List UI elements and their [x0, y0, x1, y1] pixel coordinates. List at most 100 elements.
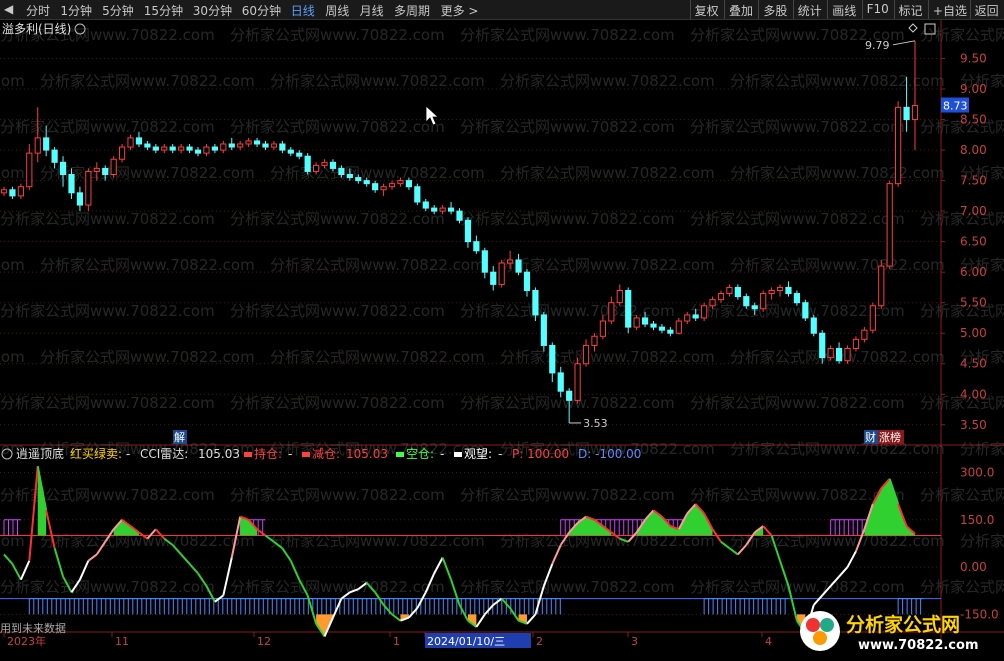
- period-tab-6[interactable]: 日线: [291, 2, 315, 19]
- toolbar-button-4[interactable]: 画线: [832, 2, 856, 19]
- watermark-text: 分析家公式网www.70822.com: [500, 164, 715, 182]
- period-tab-1[interactable]: 1分钟: [60, 2, 92, 19]
- candle-body: [355, 177, 362, 182]
- toolbar-button-8[interactable]: 返回: [975, 2, 999, 19]
- candle-body: [776, 286, 784, 291]
- watermark-text: 分析家公式网www.70822.com: [0, 302, 215, 320]
- candle-body: [734, 286, 741, 298]
- watermark-text: 分析家公式网www.70822.com: [0, 210, 215, 228]
- candle-body: [102, 167, 109, 176]
- watermark-text: 分析家公式网www.70822.com: [40, 72, 255, 90]
- candle-body: [93, 167, 100, 172]
- watermark-text: 分析家公式网www.70822.com: [270, 164, 485, 182]
- toolbar-separator: [969, 0, 971, 19]
- toolbar-button-3[interactable]: 统计: [798, 2, 822, 19]
- candle-body: [17, 186, 24, 197]
- candle-body: [717, 293, 725, 301]
- candle-body: [810, 317, 817, 334]
- legend-indicator-guanwang_val: -: [498, 447, 502, 461]
- price-axis-label: 8.00: [960, 143, 987, 157]
- candle-body: [709, 299, 716, 307]
- candle-body: [633, 317, 640, 328]
- candle-body: [692, 314, 699, 319]
- candle-body: [228, 143, 235, 148]
- cci-axis-label: 0.00: [960, 560, 987, 574]
- period-tab-8[interactable]: 月线: [360, 2, 384, 19]
- back-arrow-icon[interactable]: ◀: [4, 2, 13, 16]
- candle-body: [819, 332, 826, 359]
- watermark-text: 分析家公式网www.70822.com: [960, 532, 1004, 550]
- candle-body: [456, 210, 463, 221]
- watermark-text: 分析家公式网www.70822.com: [40, 256, 255, 274]
- candle-body: [0, 189, 8, 194]
- candle-body: [507, 259, 514, 264]
- candle-body: [237, 143, 244, 148]
- watermark-text: 分析家公式网www.70822.com: [0, 256, 25, 274]
- period-tab-2[interactable]: 5分钟: [102, 2, 134, 19]
- period-tab-9[interactable]: 多周期: [394, 2, 430, 19]
- candle-body: [372, 183, 379, 191]
- toolbar-separator: [861, 0, 863, 19]
- candle-body: [296, 152, 303, 157]
- candle-body: [414, 186, 421, 203]
- candle-body: [574, 363, 581, 401]
- toolbar-button-5[interactable]: F10: [867, 2, 889, 16]
- toolbar-button-7[interactable]: +自选: [933, 2, 967, 19]
- candle-body: [608, 302, 615, 322]
- candle-body: [869, 305, 876, 331]
- price-axis-label: 6.50: [960, 235, 987, 249]
- candle-body: [253, 140, 261, 145]
- candle-body: [321, 161, 328, 166]
- legend-indicator-name: 逍遥顶底: [16, 446, 64, 461]
- candle-body: [220, 143, 227, 151]
- candle-body: [245, 140, 252, 145]
- watermark-text: 分析家公式网www.70822.com: [730, 440, 945, 458]
- toolbar-separator: [827, 0, 829, 19]
- candle-body: [701, 305, 708, 319]
- candle-body: [532, 289, 539, 316]
- chart-area[interactable]: 分析家公式网www.70822.com 分析家公式网www.70822.com 分析…: [0, 20, 1004, 661]
- legend-indicator-cci_label: CCI雷达:: [140, 447, 188, 461]
- cci-axis-label: 150.0: [960, 513, 994, 527]
- chicang-swatch: [244, 452, 252, 457]
- legend-indicator-kongcang_val: -: [440, 447, 444, 461]
- legend-indicator-p: P: 100.00: [512, 447, 569, 461]
- candle-body: [329, 161, 337, 169]
- candle-body: [397, 180, 404, 185]
- candle-body: [903, 106, 910, 121]
- toolbar-button-2[interactable]: 多股: [763, 2, 787, 19]
- period-tab-5[interactable]: 60分钟: [242, 2, 281, 19]
- toolbar-separator: [893, 0, 895, 19]
- candle-body: [886, 183, 893, 267]
- kongcang-swatch: [396, 452, 404, 457]
- candle-body: [68, 174, 75, 194]
- watermark-text: 分析家公式网www.70822.com: [230, 394, 445, 412]
- period-tab-7[interactable]: 周线: [325, 2, 349, 19]
- toolbar-button-1[interactable]: 叠加: [729, 2, 753, 19]
- candle-body: [599, 320, 606, 337]
- candle-body: [751, 305, 758, 310]
- watermark-text: 分析家公式网www.70822.com: [920, 26, 1004, 44]
- candle-body: [211, 146, 218, 151]
- candle-body: [464, 219, 472, 243]
- period-tab-4[interactable]: 30分钟: [193, 2, 232, 19]
- toolbar-button-0[interactable]: 复权: [695, 2, 719, 19]
- date-label-4: 2024/01/10/三: [427, 635, 505, 648]
- period-tab-0[interactable]: 分时: [26, 2, 50, 19]
- watermark-text: 分析家公式网www.70822.com: [230, 210, 445, 228]
- watermark-text: 分析家公式网www.70822.com: [960, 440, 1004, 458]
- toolbar-separator: [927, 0, 929, 19]
- period-tab-3[interactable]: 15分钟: [144, 2, 183, 19]
- period-tab-10[interactable]: 更多 >: [441, 2, 479, 19]
- date-label-0: 2023年: [7, 634, 46, 648]
- watermark-text: 分析家公式网www.70822.com: [0, 486, 215, 504]
- toolbar-button-6[interactable]: 标记: [899, 2, 923, 19]
- candle-body: [557, 372, 564, 392]
- watermark-text: 分析家公式网www.70822.com: [0, 164, 25, 182]
- candle-body: [388, 183, 396, 188]
- legend-indicator-guanwang: 观望:: [464, 447, 492, 461]
- candle-body: [51, 149, 58, 163]
- watermark-text: 分析家公式网www.70822.com: [920, 486, 1004, 504]
- candle-body: [135, 137, 143, 145]
- guanwang-swatch: [454, 452, 462, 457]
